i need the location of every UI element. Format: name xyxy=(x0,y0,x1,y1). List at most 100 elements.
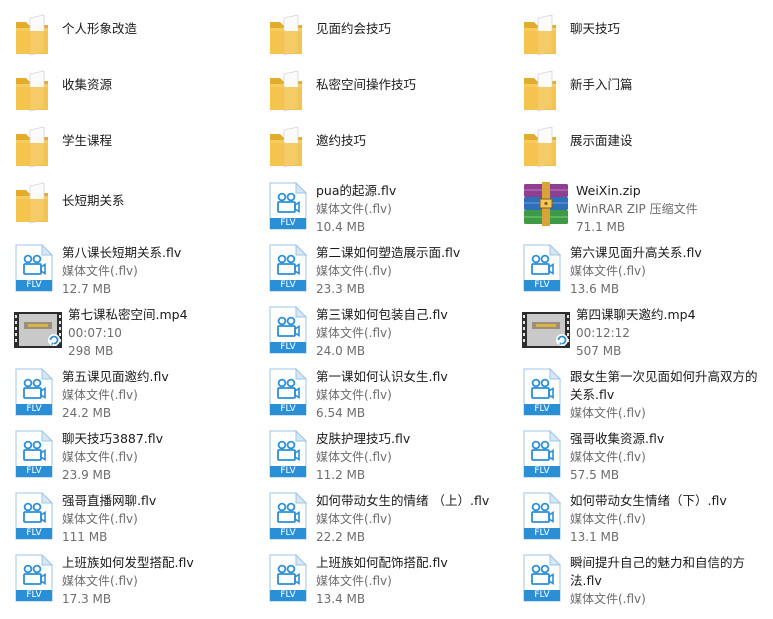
folder-name: 个人形象改造 xyxy=(62,21,138,36)
flv-badge-label: FLV xyxy=(280,342,296,352)
flv-badge-label: FLV xyxy=(280,590,296,600)
file-name: 如何带动女生的情绪 （上）.flv xyxy=(316,493,490,508)
file-name: 强哥收集资源.flv xyxy=(570,431,665,446)
file-size: 13.1 MB xyxy=(570,530,620,544)
flv-badge-label: FLV xyxy=(280,466,296,476)
file-size: 22.2 MB xyxy=(316,530,366,544)
folder-name: 私密空间操作技巧 xyxy=(316,77,417,92)
file-name: 跟女生第一次见面如何升高双方的关系.flv xyxy=(570,369,758,402)
file-type: 媒体文件(.flv) xyxy=(316,388,392,402)
file-type: 媒体文件(.flv) xyxy=(62,512,138,526)
flv-badge-label: FLV xyxy=(280,218,296,228)
file-size: 23.3 MB xyxy=(316,282,366,296)
folder-name: 聊天技巧 xyxy=(570,21,621,36)
file-size: 24.2 MB xyxy=(62,406,112,420)
folder-icon xyxy=(16,126,48,168)
file-type: 媒体文件(.flv) xyxy=(316,574,392,588)
folder-name: 新手入门篇 xyxy=(570,77,633,92)
flv-badge-label: FLV xyxy=(280,404,296,414)
file-type: 媒体文件(.flv) xyxy=(62,450,138,464)
folder-name: 长短期关系 xyxy=(62,193,125,208)
file-type: 媒体文件(.flv) xyxy=(316,264,392,278)
folder-name: 学生课程 xyxy=(62,133,113,148)
file-meta: 第三课如何包装自己.flv 媒体文件(.flv) 24.0 MB xyxy=(316,306,448,360)
file-meta: 第五课见面邀约.flv 媒体文件(.flv) 24.2 MB xyxy=(62,368,169,422)
file-name: 上班族如何发型搭配.flv xyxy=(62,555,194,570)
file-meta: 如何带动女生情绪（下）.flv 媒体文件(.flv) 13.1 MB xyxy=(570,492,727,546)
folder-icon xyxy=(16,14,48,56)
flv-badge-label: FLV xyxy=(534,404,550,414)
file-meta: 第八课长短期关系.flv 媒体文件(.flv) 12.7 MB xyxy=(62,244,181,298)
file-meta: 强哥直播网聊.flv 媒体文件(.flv) 111 MB xyxy=(62,492,156,546)
folder-icon xyxy=(16,70,48,112)
flv-badge-label: FLV xyxy=(534,528,550,538)
folder-icon xyxy=(270,70,302,112)
file-meta: 上班族如何配饰搭配.flv 媒体文件(.flv) 13.4 MB xyxy=(316,554,448,608)
folder-name: 见面约会技巧 xyxy=(316,21,392,36)
file-type: 媒体文件(.flv) xyxy=(62,574,138,588)
file-meta: 第二课如何塑造展示面.flv 媒体文件(.flv) 23.3 MB xyxy=(316,244,460,298)
file-meta: 聊天技巧3887.flv 媒体文件(.flv) 23.9 MB xyxy=(62,430,163,484)
folder-icon xyxy=(270,126,302,168)
file-meta: pua的起源.flv 媒体文件(.flv) 10.4 MB xyxy=(316,182,396,236)
file-size: 298 MB xyxy=(68,344,114,358)
file-type: 媒体文件(.flv) xyxy=(316,450,392,464)
file-size: 13.6 MB xyxy=(570,282,620,296)
file-name: pua的起源.flv xyxy=(316,183,397,198)
file-size: 10.4 MB xyxy=(316,220,366,234)
file-size: 11.2 MB xyxy=(316,468,366,482)
flv-badge-label: FLV xyxy=(280,280,296,290)
file-size: 507 MB xyxy=(576,344,622,358)
file-name: 第七课私密空间.mp4 xyxy=(68,307,188,322)
file-type: 媒体文件(.flv) xyxy=(316,326,392,340)
file-size: 23.9 MB xyxy=(62,468,112,482)
file-type: 媒体文件(.flv) xyxy=(316,512,392,526)
file-name: 如何带动女生情绪（下）.flv xyxy=(570,493,727,508)
file-meta: 如何带动女生的情绪 （上）.flv 媒体文件(.flv) 22.2 MB xyxy=(316,492,489,546)
file-size: 57.5 MB xyxy=(570,468,620,482)
file-name: 第五课见面邀约.flv xyxy=(62,369,169,384)
file-meta: 第六课见面升高关系.flv 媒体文件(.flv) 13.6 MB xyxy=(570,244,702,298)
file-meta: 上班族如何发型搭配.flv 媒体文件(.flv) 17.3 MB xyxy=(62,554,194,608)
file-name: 聊天技巧3887.flv xyxy=(62,431,164,446)
folder-icon xyxy=(524,70,556,112)
file-name: 第三课如何包装自己.flv xyxy=(316,307,448,322)
flv-badge-label: FLV xyxy=(534,280,550,290)
video-duration: 00:07:10 xyxy=(68,326,122,340)
flv-badge-label: FLV xyxy=(280,528,296,538)
file-name: 第二课如何塑造展示面.flv xyxy=(316,245,461,260)
file-name: 上班族如何配饰搭配.flv xyxy=(316,555,448,570)
folder-name: 展示面建设 xyxy=(570,133,633,148)
flv-badge-label: FLV xyxy=(26,590,42,600)
file-name: 第六课见面升高关系.flv xyxy=(570,245,702,260)
file-meta: 强哥收集资源.flv 媒体文件(.flv) 57.5 MB xyxy=(570,430,664,484)
file-size: 71.1 MB xyxy=(576,220,626,234)
video-thumbnail-icon xyxy=(14,312,62,348)
file-type: 媒体文件(.flv) xyxy=(570,512,646,526)
file-size: 12.7 MB xyxy=(62,282,112,296)
folder-name: 收集资源 xyxy=(62,77,113,92)
file-type: 媒体文件(.flv) xyxy=(570,450,646,464)
folder-icon xyxy=(524,126,556,168)
file-size: 24.0 MB xyxy=(316,344,366,358)
folder-icon xyxy=(16,182,48,224)
flv-badge-label: FLV xyxy=(26,280,42,290)
file-meta: WeiXin.zip WinRAR ZIP 压缩文件 71.1 MB xyxy=(576,182,698,236)
file-type: 媒体文件(.flv) xyxy=(570,592,646,606)
file-name: 第一课如何认识女生.flv xyxy=(316,369,448,384)
file-name: 皮肤护理技巧.flv xyxy=(316,431,411,446)
winrar-archive-icon xyxy=(524,182,568,226)
file-meta: 皮肤护理技巧.flv 媒体文件(.flv) 11.2 MB xyxy=(316,430,410,484)
flv-badge-label: FLV xyxy=(26,404,42,414)
file-name: 第四课聊天邀约.mp4 xyxy=(576,307,696,322)
flv-badge-label: FLV xyxy=(26,466,42,476)
flv-badge-label: FLV xyxy=(26,528,42,538)
video-duration: 00:12:12 xyxy=(576,326,630,340)
file-meta: 第七课私密空间.mp4 00:07:10 298 MB xyxy=(68,306,188,360)
folder-icon xyxy=(270,14,302,56)
file-name: 瞬间提升自己的魅力和自信的方法.flv xyxy=(570,555,746,588)
file-meta: 第四课聊天邀约.mp4 00:12:12 507 MB xyxy=(576,306,696,360)
file-size: 17.3 MB xyxy=(62,592,112,606)
file-type: 媒体文件(.flv) xyxy=(316,202,392,216)
file-name: WeiXin.zip xyxy=(576,183,641,198)
